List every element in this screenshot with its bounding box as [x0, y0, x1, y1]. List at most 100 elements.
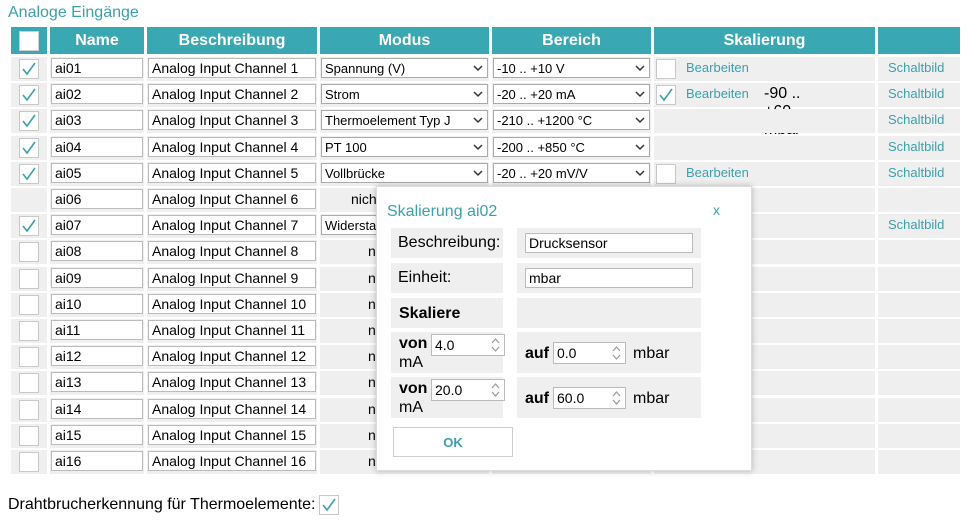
row-enable-checkbox[interactable]: [19, 216, 39, 236]
channel-description-input[interactable]: Analog Input Channel 16: [148, 451, 316, 471]
ok-button[interactable]: OK: [393, 427, 513, 457]
auf2-input[interactable]: 60.0: [553, 387, 626, 409]
spinner-icon[interactable]: [611, 390, 622, 406]
channel-description-input[interactable]: Analog Input Channel 4: [148, 137, 316, 157]
modus-value: Spannung (V): [325, 61, 406, 76]
row-enable-checkbox[interactable]: [19, 400, 39, 420]
bereich-select[interactable]: -210 .. +1200 °C: [493, 110, 650, 130]
channel-description-input[interactable]: Analog Input Channel 10: [148, 294, 316, 314]
scaling-edit-link[interactable]: Bearbeiten: [686, 60, 749, 75]
channel-name-input[interactable]: ai12: [51, 346, 143, 366]
scaling-enable-checkbox[interactable]: [656, 85, 676, 105]
channel-description-input[interactable]: Analog Input Channel 15: [148, 425, 316, 445]
von1-unit: mA: [399, 354, 423, 371]
row-enable-checkbox[interactable]: [19, 164, 39, 184]
channel-description-input[interactable]: Analog Input Channel 8: [148, 241, 316, 261]
auf1-input[interactable]: 0.0: [553, 342, 626, 364]
modus-select[interactable]: Spannung (V): [321, 58, 488, 78]
channel-name-input[interactable]: ai10: [51, 294, 143, 314]
channel-name-input[interactable]: ai04: [51, 137, 143, 157]
row-enable-checkbox[interactable]: [19, 85, 39, 105]
bereich-select[interactable]: -200 .. +850 °C: [493, 137, 650, 157]
chevron-down-icon: [473, 91, 483, 98]
thermo-wirebreak-checkbox[interactable]: [319, 495, 340, 515]
chevron-down-icon: [635, 65, 645, 72]
channel-description-input[interactable]: Analog Input Channel 11: [148, 320, 316, 340]
row-enable-checkbox[interactable]: [19, 269, 39, 289]
spinner-icon[interactable]: [611, 345, 622, 361]
modus-value: PT 100: [325, 140, 367, 155]
scaling-enable-checkbox[interactable]: [656, 164, 676, 184]
spinner-icon[interactable]: [490, 337, 501, 353]
channel-description-input[interactable]: Analog Input Channel 2: [148, 84, 316, 104]
schaltbild-link[interactable]: Schaltbild: [888, 112, 944, 127]
channel-name-input[interactable]: ai01: [51, 58, 143, 78]
modus-select[interactable]: Strom: [321, 84, 488, 104]
channel-name-input[interactable]: ai02: [51, 84, 143, 104]
channel-name-input[interactable]: ai07: [51, 215, 143, 235]
schaltbild-link[interactable]: Schaltbild: [888, 217, 944, 232]
schaltbild-link[interactable]: Schaltbild: [888, 139, 944, 154]
channel-name-input[interactable]: ai03: [51, 110, 143, 130]
channel-description-input[interactable]: Analog Input Channel 6: [148, 189, 316, 209]
channel-name-input[interactable]: ai05: [51, 163, 143, 183]
row-enable-checkbox[interactable]: [19, 347, 39, 367]
header-name: Name: [50, 27, 144, 54]
row-enable-checkbox[interactable]: [19, 426, 39, 446]
beschreibung-input[interactable]: Drucksensor: [525, 233, 693, 253]
schaltbild-cell: [878, 188, 960, 212]
einheit-input[interactable]: mbar: [525, 268, 693, 288]
channel-name-input[interactable]: ai13: [51, 372, 143, 392]
modus-select[interactable]: Thermoelement Typ J: [321, 110, 488, 130]
row-enable-checkbox[interactable]: [19, 295, 39, 315]
header-select-all[interactable]: [11, 27, 47, 54]
von2-cell: von mA 20.0: [391, 377, 505, 418]
channel-description-input[interactable]: Analog Input Channel 9: [148, 268, 316, 288]
channel-name-input[interactable]: ai16: [51, 451, 143, 471]
channel-description-input[interactable]: Analog Input Channel 14: [148, 399, 316, 419]
row-enable-checkbox[interactable]: [19, 373, 39, 393]
channel-description-input[interactable]: Analog Input Channel 13: [148, 372, 316, 392]
row-enable-checkbox[interactable]: [19, 321, 39, 341]
von2-input[interactable]: 20.0: [431, 379, 505, 401]
channel-description-input[interactable]: Analog Input Channel 1: [148, 58, 316, 78]
row-enable-checkbox[interactable]: [19, 111, 39, 131]
bereich-value: -20 .. +20 mA: [497, 87, 576, 102]
dialog-close-button[interactable]: x: [713, 202, 720, 218]
row-enable-checkbox[interactable]: [19, 452, 39, 472]
von1-label: von: [399, 335, 428, 352]
channel-name-input[interactable]: ai11: [51, 320, 143, 340]
channel-name-input[interactable]: ai15: [51, 425, 143, 445]
schaltbild-link[interactable]: Schaltbild: [888, 86, 944, 101]
header-bereich: Bereich: [492, 27, 651, 54]
spinner-icon[interactable]: [490, 382, 501, 398]
channel-description-input[interactable]: Analog Input Channel 5: [148, 163, 316, 183]
scaling-enable-checkbox[interactable]: [656, 59, 676, 79]
channel-description-input[interactable]: Analog Input Channel 7: [148, 215, 316, 235]
bereich-value: -20 .. +20 mV/V: [497, 166, 588, 181]
dialog-title: Skalierung ai02: [387, 203, 498, 220]
select-all-checkbox[interactable]: [19, 30, 39, 51]
row-enable-checkbox[interactable]: [19, 138, 39, 158]
scaling-edit-link[interactable]: Bearbeiten: [686, 86, 749, 101]
channel-description-input[interactable]: Analog Input Channel 3: [148, 110, 316, 130]
schaltbild-cell: [878, 345, 960, 369]
bereich-select[interactable]: -20 .. +20 mA: [493, 84, 650, 104]
channel-name-input[interactable]: ai14: [51, 399, 143, 419]
channel-name-input[interactable]: ai06: [51, 189, 143, 209]
scaling-edit-link[interactable]: Bearbeiten: [686, 165, 749, 180]
schaltbild-link[interactable]: Schaltbild: [888, 60, 944, 75]
row-enable-checkbox[interactable]: [19, 59, 39, 79]
channel-name-input[interactable]: ai09: [51, 268, 143, 288]
bereich-select[interactable]: -10 .. +10 V: [493, 58, 650, 78]
bereich-select[interactable]: -20 .. +20 mV/V: [493, 163, 650, 183]
modus-select[interactable]: Vollbrücke: [321, 163, 488, 183]
channel-name-input[interactable]: ai08: [51, 241, 143, 261]
auf2-value: 60.0: [557, 390, 585, 406]
von1-input[interactable]: 4.0: [431, 334, 505, 356]
schaltbild-link[interactable]: Schaltbild: [888, 165, 944, 180]
schaltbild-cell: [878, 267, 960, 291]
modus-select[interactable]: PT 100: [321, 137, 488, 157]
row-enable-checkbox[interactable]: [19, 242, 39, 262]
channel-description-input[interactable]: Analog Input Channel 12: [148, 346, 316, 366]
